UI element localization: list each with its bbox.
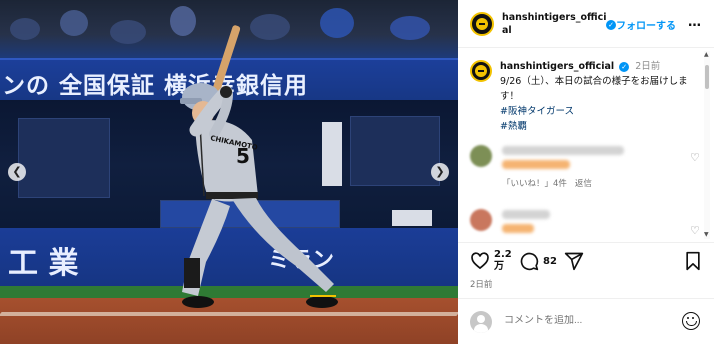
blurred-username <box>502 146 624 155</box>
post-header: hanshintigers_offici al ✓ フォローする … <box>458 0 714 48</box>
verified-icon: ✓ <box>619 61 630 72</box>
emoji-icon[interactable] <box>682 312 700 330</box>
current-user-avatar[interactable] <box>470 311 492 333</box>
comment-like-count[interactable]: 「いいね！」4件 <box>502 179 567 189</box>
account-username[interactable]: hanshintigers_offici al <box>502 11 610 37</box>
blurred-comment <box>502 224 534 233</box>
heart-icon[interactable] <box>470 251 490 271</box>
post-side-panel: hanshintigers_offici al ✓ フォローする … hanshi… <box>458 0 714 344</box>
verified-icon: ✓ <box>606 19 616 30</box>
tiger-logo-icon <box>476 17 488 30</box>
commenter-avatar[interactable] <box>470 209 492 231</box>
follow-group: ✓ フォローする <box>604 17 676 32</box>
more-icon[interactable]: … <box>688 15 702 30</box>
comment-icon[interactable] <box>519 251 539 271</box>
comment-item: ♡ <box>470 209 702 241</box>
follow-button[interactable]: フォローする <box>616 17 676 32</box>
hashtag-link[interactable]: #阪神タイガース <box>500 104 690 119</box>
post-caption: hanshintigers_official ✓ 2日前 9/26（土）、本日の… <box>458 49 714 134</box>
blurred-username <box>502 210 550 219</box>
tiger-logo-icon <box>475 65 487 77</box>
comments-scrollbar[interactable]: ▲ ▼ <box>704 51 710 239</box>
caption-username[interactable]: hanshintigers_official <box>500 61 614 72</box>
caption-body: hanshintigers_official ✓ 2日前 9/26（土）、本日の… <box>500 59 690 134</box>
comment-item: ♡ 「いいね！」4件 返信 <box>470 145 702 195</box>
scroll-up-icon[interactable]: ▲ <box>704 51 709 58</box>
caption-text: 9/26（土）、本日の試合の様子をお届けします！ <box>500 76 688 102</box>
chevron-left-icon[interactable]: ❮ <box>8 163 26 181</box>
share-icon[interactable] <box>564 251 584 271</box>
hashtag-link[interactable]: #熱覇 <box>500 119 690 134</box>
comment-meta: 「いいね！」4件 返信 <box>502 177 600 189</box>
scroll-thumb[interactable] <box>705 65 709 89</box>
caption-time[interactable]: 2日前 <box>635 61 660 72</box>
scroll-down-icon[interactable]: ▼ <box>704 231 709 238</box>
comment-input[interactable] <box>504 315 674 326</box>
commenter-avatar[interactable] <box>470 145 492 167</box>
blurred-comment <box>502 160 570 169</box>
post-modal: ンの 全国保証 横浜幸銀信用 工 業 ミラン <box>0 0 714 344</box>
comments-list[interactable]: hanshintigers_official ✓ 2日前 9/26（土）、本日の… <box>458 49 714 241</box>
comment-count[interactable]: 82 <box>543 256 557 268</box>
post-actions: 2.2 万 82 2日前 <box>458 242 714 294</box>
like-count[interactable]: 2.2 万 <box>494 249 512 273</box>
chevron-right-icon[interactable]: ❯ <box>431 163 449 181</box>
post-photo[interactable]: ンの 全国保証 横浜幸銀信用 工 業 ミラン <box>0 0 458 344</box>
reply-button[interactable]: 返信 <box>575 179 592 189</box>
batter-figure: 5 CHIKAMOTO <box>180 25 338 308</box>
post-timestamp[interactable]: 2日前 <box>470 278 492 290</box>
caption-avatar[interactable] <box>470 60 492 82</box>
comment-like-heart-icon[interactable]: ♡ <box>690 152 701 163</box>
account-avatar[interactable] <box>470 11 494 36</box>
bookmark-icon[interactable] <box>684 251 702 271</box>
add-comment-bar <box>458 298 714 344</box>
comment-like-heart-icon[interactable]: ♡ <box>690 225 701 236</box>
